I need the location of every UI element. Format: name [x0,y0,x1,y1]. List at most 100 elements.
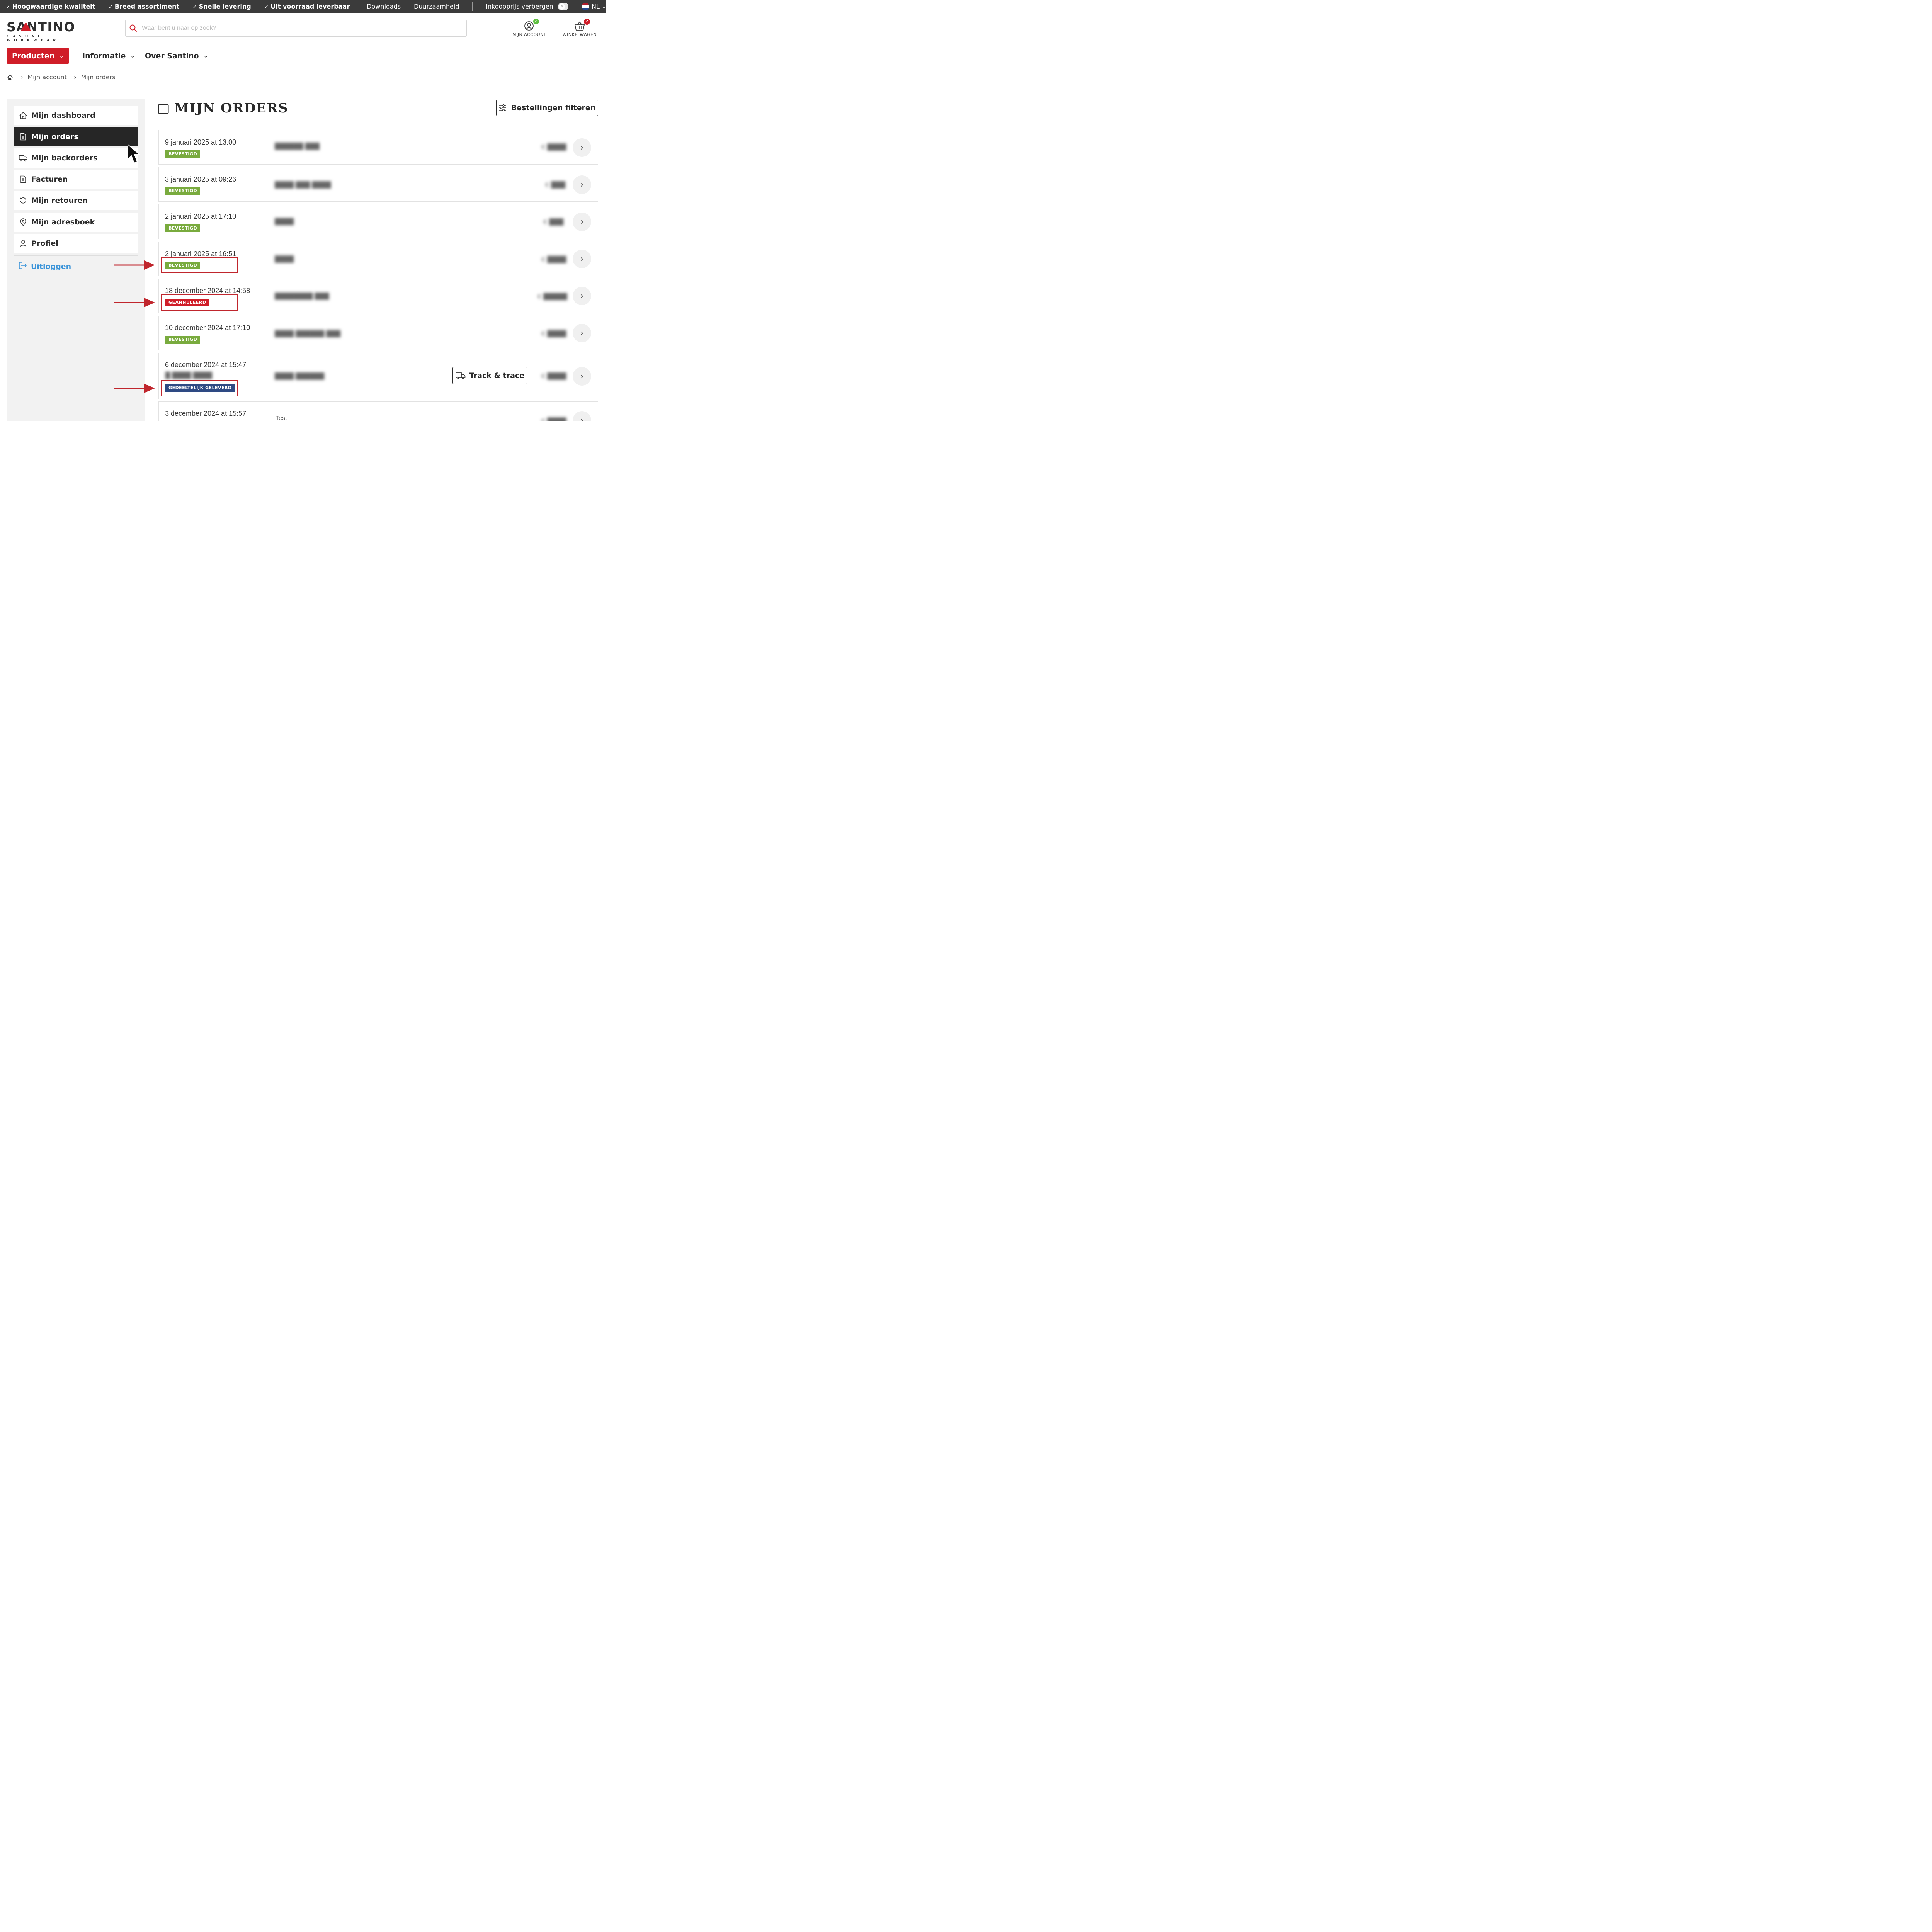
sidebar-item-dashboard[interactable]: Mijn dashboard [14,106,138,125]
price-toggle[interactable]: ✕ [558,2,569,10]
chevron-right-icon[interactable]: › [573,287,591,305]
language-selector[interactable]: NL ⌄ [582,2,606,10]
chevron-right-icon[interactable]: › [573,138,591,157]
invoice-icon [19,175,27,183]
account-icon-wrap: ✓ [510,19,549,31]
search-input[interactable] [141,24,452,32]
track-and-trace-label: Track & trace [469,371,525,380]
logo-letters: SANTINO [7,21,75,32]
order-date: 9 januari 2025 at 13:00 [165,138,236,146]
chevron-right-icon[interactable]: › [573,250,591,268]
usp-item: ✓ Breed assortiment [108,3,180,10]
nav-producten[interactable]: Producten ⌄ [7,48,69,64]
order-amount-redacted: € ████ [541,143,566,151]
chevron-right-icon[interactable]: › [573,324,591,342]
filter-orders-button[interactable]: Bestellingen filteren [496,100,598,116]
account-label: MIJN ACCOUNT [512,32,547,37]
order-date: 3 januari 2025 at 09:26 [165,175,236,183]
main-navigation: Producten ⌄ Informatie ⌄ Over Santino ⌄ [0,48,606,68]
cart-button[interactable]: 2 WINKELWAGEN [560,19,599,37]
order-reference-redacted: ████ ██████ [275,372,325,380]
order-row[interactable]: 10 december 2024 at 17:10 BEVESTIGD ████… [158,316,598,350]
chevron-right-icon[interactable]: › [573,213,591,231]
chevron-right-icon[interactable]: › [573,367,591,386]
sidebar-item-facturen[interactable]: Facturen [14,170,138,189]
cart-count-badge: 2 [584,19,590,25]
price-toggle-label: Inkoopprijs verbergen [486,3,553,10]
checkmark-icon: ✓ [264,3,269,10]
sidebar-divider [14,255,138,256]
sidebar-item-adresboek[interactable]: Mijn adresboek [14,213,138,232]
chevron-right-icon[interactable]: › [573,175,591,194]
close-icon: ✕ [558,3,565,10]
order-row[interactable]: 9 januari 2025 at 13:00 BEVESTIGD ██████… [158,130,598,165]
sidebar-item-orders[interactable]: Mijn orders [14,127,138,146]
status-badge: BEVESTIGD [165,336,201,344]
account-button[interactable]: ✓ MIJN ACCOUNT [510,19,549,37]
logout-label: Uitloggen [31,262,71,271]
cart-label: WINKELWAGEN [562,32,597,37]
order-amount-redacted: € ████ [541,372,566,380]
location-pin-icon [19,218,27,226]
sidebar-item-label: Mijn orders [31,133,78,141]
order-reference-redacted: ████████ ███ [275,293,329,300]
sidebar-item-label: Mijn adresboek [31,218,95,226]
home-icon[interactable] [7,74,14,81]
order-row[interactable]: 3 december 2024 at 15:57 Test € ████ › [158,401,598,421]
order-date: 3 december 2024 at 15:57 [165,410,247,417]
annotation-highlight-box [161,294,238,311]
order-reference-redacted: ████ [275,255,294,263]
chevron-right-icon: › [20,73,23,81]
mouse-cursor-icon [128,144,141,164]
downloads-link[interactable]: Downloads [367,3,401,10]
order-row[interactable]: 2 januari 2025 at 17:10 BEVESTIGD ████ €… [158,204,598,239]
search-icon [129,24,137,32]
usp-item: ✓ Snelle levering [192,3,251,10]
sidebar-item-retouren[interactable]: Mijn retouren [14,191,138,210]
order-amount-redacted: € ████ [541,256,566,263]
annotation-highlight-box [161,257,238,273]
sidebar-item-backorders[interactable]: Mijn backorders [14,148,138,168]
sliders-icon [499,104,506,111]
order-amount-redacted: € ████ [541,417,566,421]
top-bar: ✓ Hoogwaardige kwaliteit ✓ Breed assortime… [0,0,606,13]
order-reference: Test [276,415,287,421]
chevron-down-icon: ⌄ [203,53,208,59]
status-badge: BEVESTIGD [165,224,201,232]
sidebar-item-label: Profiel [31,239,58,248]
sidebar-item-profiel[interactable]: Profiel [14,234,138,253]
sidebar-item-label: Mijn backorders [31,154,98,162]
truck-icon [19,154,27,162]
annotation-highlight-box [161,380,238,396]
checkmark-icon: ✓ [6,3,11,10]
nav-informatie[interactable]: Informatie ⌄ [82,48,135,64]
page-title: MIJN ORDERS [174,100,289,116]
duurzaamheid-link[interactable]: Duurzaamheid [414,3,459,10]
topbar-divider [472,2,473,11]
sidebar-item-label: Facturen [31,175,68,184]
status-badge: BEVESTIGD [165,187,201,195]
order-amount-redacted: € ███ [545,181,566,189]
order-row[interactable]: 3 januari 2025 at 09:26 BEVESTIGD ████ █… [158,167,598,202]
nav-over-santino[interactable]: Over Santino ⌄ [145,48,208,64]
santino-logo[interactable]: SANTINO CASUAL WORKWEAR [7,19,82,43]
order-number-redacted: █ ████ ████ [165,372,212,379]
status-badge: BEVESTIGD [165,150,201,158]
logged-in-check-icon: ✓ [533,19,539,24]
logo-text-graphic: SANTINO [7,19,75,34]
breadcrumb-mijn-account[interactable]: Mijn account [27,73,67,81]
annotation-arrow-icon [114,260,155,270]
track-and-trace-button[interactable]: Track & trace [452,367,527,384]
chevron-right-icon[interactable]: › [573,411,591,421]
search-bar[interactable] [125,20,467,37]
box-icon [158,104,169,114]
cart-icon-wrap: 2 [560,19,599,31]
usp-item: ✓ Uit voorraad leverbaar [264,3,350,10]
sidebar-item-label: Mijn dashboard [31,111,95,120]
user-icon [19,240,27,247]
netherlands-flag-icon [582,2,590,10]
order-date: 18 december 2024 at 14:58 [165,287,250,294]
order-amount-redacted: € ████ [541,330,566,337]
truck-icon [456,372,466,379]
logout-link[interactable]: Uitloggen [19,262,71,271]
